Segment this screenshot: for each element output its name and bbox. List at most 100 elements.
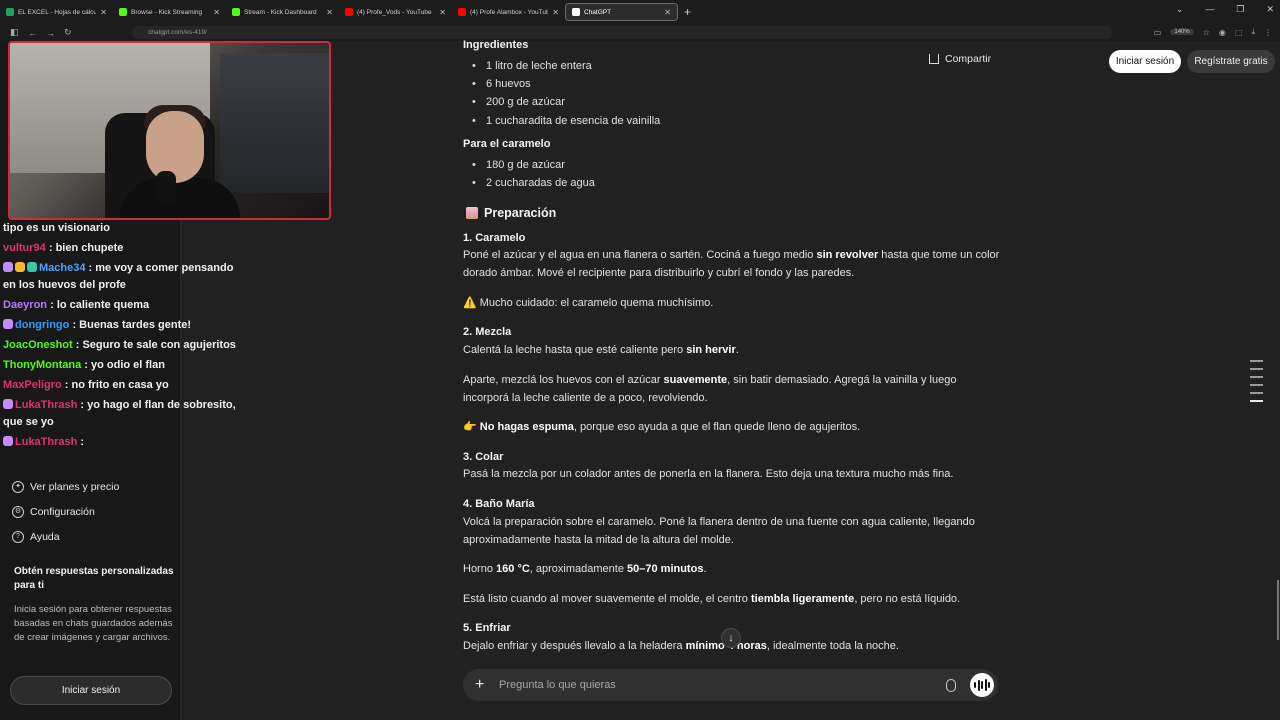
chat-username[interactable]: LukaThrash [15, 436, 77, 448]
promo-text: Inicia sesión para obtener respuestas ba… [14, 604, 173, 643]
chat-badge-icon [15, 262, 25, 272]
chat-message: tipo es un visionario [3, 220, 238, 237]
help-icon: ? [12, 530, 24, 543]
browser-tab[interactable]: ChatGPT ✕ [565, 3, 678, 21]
list-item: 6 huevos [472, 78, 531, 90]
tab-favicon-icon [232, 8, 240, 16]
chat-username[interactable]: MaxPeligro [3, 379, 62, 391]
sidebar-login-button[interactable]: Iniciar sesión [10, 676, 172, 705]
step-5-title: 5. Enfriar [463, 622, 511, 634]
chat-message: Daeyron : lo caliente quema [3, 297, 238, 314]
maximize-icon[interactable]: ❐ [1236, 4, 1244, 15]
chat-badge-icon [27, 262, 37, 272]
prompt-composer[interactable]: + Pregunta lo que quieras [463, 669, 998, 701]
share-button[interactable]: Compartir [929, 53, 991, 65]
tab-title: Stream - Kick Dashboard [244, 8, 317, 16]
reader-icon[interactable]: ▭ [1154, 28, 1162, 37]
reload-icon[interactable]: ↻ [64, 27, 72, 38]
step-2-mix: Aparte, mezclá los huevos con el azúcar … [463, 374, 957, 404]
sidebar-item-settings[interactable]: ⚙ Configuración [12, 499, 119, 524]
chat-username[interactable]: vultur94 [3, 242, 46, 254]
gear-icon: ⚙ [12, 505, 24, 518]
sidebar-item-help[interactable]: ? Ayuda [12, 524, 119, 549]
profile-icon[interactable]: ◉ [1219, 28, 1226, 37]
browser-tab[interactable]: (4) Profe Alambox - YouTube ✕ [452, 3, 565, 21]
chat-text: : lo caliente quema [50, 299, 150, 311]
tab-close-icon[interactable]: ✕ [664, 8, 671, 17]
window-controls: ⌄ — ❐ ✕ [1176, 4, 1274, 15]
voice-mode-button[interactable] [970, 673, 994, 697]
microphone-icon[interactable] [946, 678, 956, 692]
register-button[interactable]: Regístrate gratis [1187, 50, 1275, 73]
tab-close-icon[interactable]: ✕ [100, 8, 107, 17]
chat-message: MaxPeligro : no frito en casa yo [3, 377, 238, 394]
conversation-minimap[interactable] [1250, 360, 1263, 409]
share-icon [929, 54, 939, 64]
tab-title: (4) Profe_Vods - YouTube [357, 8, 432, 16]
address-bar: ◧ ← → ↻ chatgpt.com/es-419/ ▭ 140% ☆ ◉ ⬚… [0, 24, 1280, 41]
chat-username[interactable]: LukaThrash [15, 399, 77, 411]
tab-favicon-icon [345, 8, 353, 16]
tab-close-icon[interactable]: ✕ [439, 8, 446, 17]
chat-text: tipo es un visionario [3, 222, 110, 234]
sidebar-toggle-icon[interactable]: ◧ [10, 27, 19, 38]
chat-username[interactable]: JoacOneshot [3, 339, 73, 351]
forward-icon[interactable]: → [46, 28, 55, 38]
chat-username[interactable]: ThonyMontana [3, 359, 81, 371]
chat-message: LukaThrash : [3, 434, 238, 451]
step-3-title: 3. Colar [463, 451, 504, 463]
flan-emoji-icon [466, 207, 478, 219]
download-icon[interactable]: ⤓ [1251, 27, 1255, 37]
tab-close-icon[interactable]: ✕ [213, 8, 220, 17]
chat-username[interactable]: dongringo [15, 319, 69, 331]
close-window-icon[interactable]: ✕ [1266, 4, 1274, 15]
new-tab-icon[interactable]: + [684, 5, 691, 19]
step-4-text: Volcá la preparación sobre el caramelo. … [463, 516, 975, 546]
chat-text: : yo odio el flan [84, 359, 165, 371]
plans-icon: ✦ [12, 480, 24, 493]
chat-text: : Buenas tardes gente! [72, 319, 192, 331]
scroll-down-button[interactable]: ↓ [721, 628, 741, 648]
minimize-icon[interactable]: — [1205, 4, 1214, 15]
step-1-title: 1. Caramelo [463, 232, 526, 244]
bookmark-icon[interactable]: ☆ [1203, 28, 1210, 37]
ingredients-heading: Ingredientes [463, 39, 529, 51]
url-field[interactable]: chatgpt.com/es-419/ [132, 26, 1112, 39]
tab-close-icon[interactable]: ✕ [552, 8, 559, 17]
scrollbar[interactable] [1277, 580, 1279, 640]
chat-text: : [80, 436, 85, 448]
tab-search-icon[interactable]: ⌄ [1176, 4, 1184, 15]
webcam-overlay [8, 41, 331, 220]
chat-badge-icon [3, 436, 13, 446]
browser-tab[interactable]: EL EXCEL - Hojas de cálculo de✕ [0, 3, 113, 21]
list-item: 180 g de azúcar [472, 159, 565, 171]
step-4-title: 4. Baño María [463, 498, 535, 510]
tab-favicon-icon [572, 8, 580, 16]
browser-tab[interactable]: Stream - Kick Dashboard ✕ [226, 3, 339, 21]
extensions-icon[interactable]: ⬚ [1235, 28, 1243, 37]
sidebar-item-label: Ayuda [30, 530, 60, 543]
sidebar-item-plans[interactable]: ✦ Ver planes y precio [12, 474, 119, 499]
list-item: 200 g de azúcar [472, 96, 565, 108]
chat-username[interactable]: Mache34 [39, 262, 85, 274]
promo-title: Obtén respuestas personalizadas para ti [14, 566, 174, 591]
browser-tab[interactable]: (4) Profe_Vods - YouTube ✕ [339, 3, 452, 21]
chat-badge-icon [3, 262, 13, 272]
back-icon[interactable]: ← [28, 28, 37, 38]
menu-icon[interactable]: ⋮ [1264, 28, 1272, 37]
step-2-title: 2. Mezcla [463, 326, 512, 338]
tab-title: (4) Profe Alambox - YouTube [470, 8, 549, 16]
zoom-badge[interactable]: 140% [1170, 29, 1194, 35]
step-3-text: Pasá la mezcla por un colador antes de p… [463, 468, 954, 480]
caramel-heading: Para el caramelo [463, 138, 551, 150]
plus-icon[interactable]: + [475, 676, 489, 694]
tab-close-icon[interactable]: ✕ [326, 8, 333, 17]
step-1-text: Poné el azúcar y el agua en una flanera … [463, 249, 1000, 279]
stream-chat: tipo es un visionario vultur94 : bien chu… [3, 220, 238, 454]
browser-tab[interactable]: Browse - Kick Streaming ✕ [113, 3, 226, 21]
tab-title: ChatGPT [584, 8, 612, 16]
prompt-input[interactable]: Pregunta lo que quieras [499, 679, 946, 691]
chat-text: : bien chupete [48, 242, 124, 254]
login-button[interactable]: Iniciar sesión [1109, 50, 1181, 73]
chat-username[interactable]: Daeyron [3, 299, 47, 311]
